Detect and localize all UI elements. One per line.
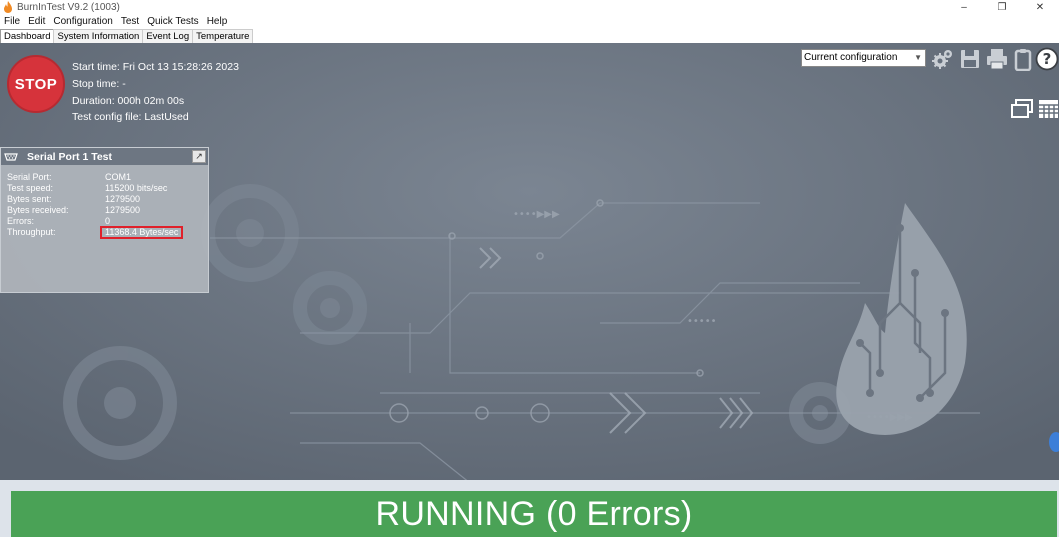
print-icon[interactable] (985, 47, 1009, 71)
row-value-errors: 0 (105, 216, 111, 226)
flame-app-icon (4, 1, 12, 13)
tab-event-log[interactable]: Event Log (142, 29, 194, 43)
row-label-bytes-sent: Bytes sent: (7, 194, 52, 204)
save-icon[interactable] (958, 47, 982, 71)
window-view-icon[interactable] (1011, 99, 1033, 119)
row-value-bytes-sent: 1279500 (105, 194, 141, 204)
restore-button[interactable]: ❐ (983, 0, 1021, 14)
serial-port-test-panel: Serial Port 1 Test ↗ Serial Port: COM1 T… (0, 147, 209, 293)
duration: Duration: 000h 02m 00s (72, 95, 185, 107)
tab-system-information[interactable]: System Information (53, 29, 144, 43)
close-button[interactable]: ✕ (1021, 0, 1059, 14)
row-value-throughput: 11368.4 Bytes/sec (105, 227, 179, 237)
row-label-errors: Errors: (7, 216, 34, 226)
row-label-bytes-received: Bytes received: (7, 205, 69, 215)
window-title: BurnInTest V9.2 (1003) (17, 1, 120, 13)
configuration-select-value: Current configuration (804, 52, 898, 63)
svg-text:••••▶▶▶: ••••▶▶▶ (513, 209, 560, 220)
row-label-throughput: Throughput: (7, 227, 56, 237)
minimize-button[interactable]: – (945, 0, 983, 14)
maximize-icon[interactable]: ↗ (192, 150, 206, 163)
running-status-banner: RUNNING (0 Errors) (11, 491, 1057, 537)
chevron-down-icon: ▼ (914, 53, 922, 62)
panel-title: Serial Port 1 Test (27, 150, 113, 163)
table-view-icon[interactable] (1038, 99, 1059, 119)
tab-dashboard[interactable]: Dashboard (0, 29, 55, 43)
stop-button[interactable]: STOP (7, 55, 65, 113)
svg-text:•••••: ••••• (687, 316, 717, 327)
clipboard-icon[interactable] (1011, 47, 1035, 71)
menu-configuration[interactable]: Configuration (49, 16, 116, 27)
menu-help[interactable]: Help (203, 16, 232, 27)
row-value-bytes-received: 1279500 (105, 205, 141, 215)
menu-edit[interactable]: Edit (24, 16, 49, 27)
svg-text:?: ? (1043, 50, 1052, 68)
configuration-select[interactable]: Current configuration ▼ (801, 49, 926, 67)
serial-port-icon (4, 152, 18, 161)
stop-time: Stop time: - (72, 78, 126, 90)
status-text: RUNNING (0 Errors) (375, 494, 693, 533)
tab-bar: Dashboard System Information Event Log T… (0, 29, 254, 43)
status-bar: RUNNING (0 Errors) (0, 480, 1059, 537)
dashboard-panel: ••••▶▶▶ ••••• ••••▶▶▶ (0, 43, 1059, 537)
row-value-test-speed: 115200 bits/sec (105, 183, 168, 193)
tab-temperature[interactable]: Temperature (192, 29, 254, 43)
help-icon[interactable]: ? (1035, 47, 1059, 71)
title-bar: BurnInTest V9.2 (1003) – ❐ ✕ (0, 0, 1059, 14)
menu-test[interactable]: Test (117, 16, 143, 27)
side-expand-button[interactable] (1049, 432, 1059, 452)
row-label-serial-port: Serial Port: (7, 172, 52, 182)
row-value-serial-port: COM1 (105, 172, 132, 182)
panel-header: Serial Port 1 Test ↗ (1, 148, 208, 165)
start-time: Start time: Fri Oct 13 15:28:26 2023 (72, 61, 239, 73)
menu-file[interactable]: File (0, 16, 24, 27)
row-label-test-speed: Test speed: (7, 183, 54, 193)
gear-icon[interactable] (930, 47, 954, 71)
menu-bar: File Edit Configuration Test Quick Tests… (0, 14, 231, 28)
stop-button-label: STOP (14, 75, 58, 93)
menu-quick-tests[interactable]: Quick Tests (143, 16, 203, 27)
config-file: Test config file: LastUsed (72, 111, 189, 123)
